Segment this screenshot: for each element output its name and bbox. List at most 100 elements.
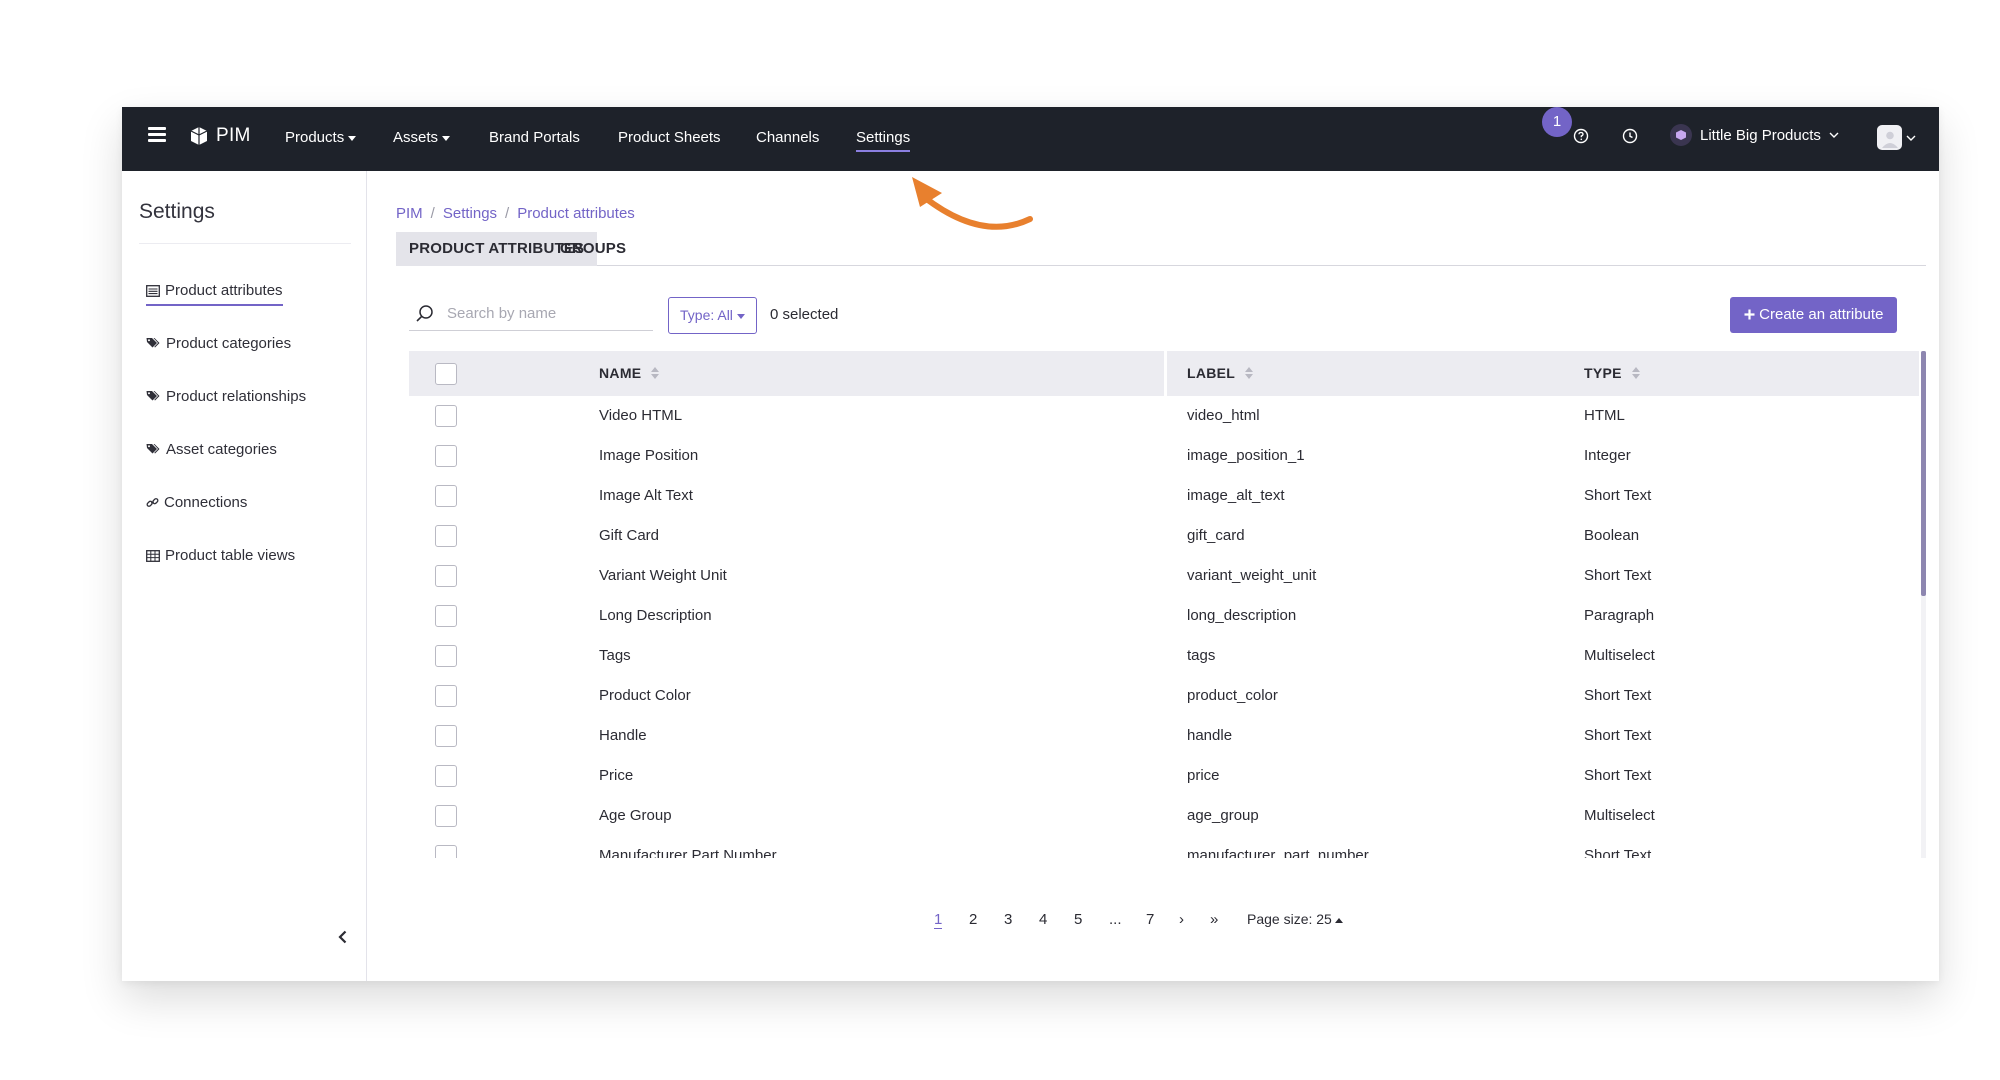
app-window: PIM Products Assets Brand Portals Produc… [122,107,1939,981]
table-row[interactable]: Product Color product_color Short Text [409,676,1919,716]
row-checkbox[interactable] [435,725,457,747]
tab-bar: PRODUCT ATTRIBUTES GROUPS [396,232,1926,266]
help-icon[interactable] [1573,128,1589,144]
row-checkbox[interactable] [435,685,457,707]
cell-name: Video HTML [599,407,683,424]
page-7-link[interactable]: 7 [1146,911,1154,928]
select-all-checkbox[interactable] [435,363,457,385]
page-2-link[interactable]: 2 [969,911,977,928]
create-attribute-button[interactable]: Create an attribute [1730,297,1898,333]
table-row[interactable]: Age Group age_group Multiselect [409,796,1919,836]
type-filter-dropdown[interactable]: Type: All [668,297,757,334]
page-4-link[interactable]: 4 [1039,911,1047,928]
plus-icon [1744,309,1755,320]
column-divider [1164,351,1167,396]
column-header-type[interactable]: TYPE [1584,365,1640,381]
page-5-link[interactable]: 5 [1074,911,1082,928]
search-icon [416,304,433,322]
table-scrollbar[interactable] [1921,351,1926,858]
notification-badge[interactable]: 1 [1542,107,1572,137]
row-checkbox[interactable] [435,485,457,507]
collapse-sidebar-icon[interactable] [335,929,351,945]
workspace-icon [1670,124,1692,146]
sidebar-item-label: Product relationships [166,388,307,405]
row-checkbox[interactable] [435,405,457,427]
cell-type: Boolean [1584,527,1640,544]
nav-products[interactable]: Products [285,129,357,146]
tab-groups[interactable]: GROUPS [547,232,639,266]
row-checkbox[interactable] [435,445,457,467]
user-menu[interactable] [1877,125,1916,150]
selected-count: 0 selected [770,306,839,323]
cell-label: image_alt_text [1187,487,1285,504]
sidebar-item-product-attributes[interactable]: Product attributes [146,282,283,306]
table-row[interactable]: Price price Short Text [409,756,1919,796]
nav-settings[interactable]: Settings [856,129,911,152]
divider [139,243,351,244]
sort-icon [651,367,660,379]
table-row[interactable]: Long Description long_description Paragr… [409,596,1919,636]
annotation-arrow-icon [912,177,1033,230]
sidebar-item-product-categories[interactable]: Product categories [146,335,291,352]
nav-product-sheets[interactable]: Product Sheets [618,129,721,146]
top-navbar: PIM Products Assets Brand Portals Produc… [122,107,1939,171]
nav-assets[interactable]: Assets [393,129,451,146]
table-row[interactable]: Variant Weight Unit variant_weight_unit … [409,556,1919,596]
last-page-link[interactable]: » [1210,911,1218,928]
table-icon [146,549,160,562]
breadcrumb-separator: / [430,205,435,222]
row-checkbox[interactable] [435,765,457,787]
sidebar-item-asset-categories[interactable]: Asset categories [146,441,277,458]
breadcrumb-product-attributes: Product attributes [517,205,635,222]
column-header-name[interactable]: NAME [599,365,660,381]
menu-icon[interactable] [148,127,166,143]
sidebar-item-connections[interactable]: Connections [146,494,247,511]
sidebar-item-product-table-views[interactable]: Product table views [146,547,295,564]
row-checkbox[interactable] [435,645,457,667]
tags-icon [146,391,160,401]
cell-name: Price [599,767,634,784]
workspace-switcher[interactable]: Little Big Products [1670,124,1839,146]
cell-type: Short Text [1584,727,1652,744]
cell-name: Handle [599,727,647,744]
table-row[interactable]: Handle handle Short Text [409,716,1919,756]
pim-logo[interactable]: PIM [188,125,251,147]
sidebar-item-label: Product table views [165,547,296,564]
search-input[interactable] [447,305,637,322]
column-header-label[interactable]: LABEL [1187,365,1254,381]
table-row[interactable]: Image Alt Text image_alt_text Short Text [409,476,1919,516]
cell-label: long_description [1187,607,1297,624]
page-size-selector[interactable]: Page size: 25 [1247,911,1343,927]
nav-brand-portals[interactable]: Brand Portals [489,129,580,146]
list-icon [146,284,160,297]
row-checkbox[interactable] [435,565,457,587]
history-icon[interactable] [1622,128,1638,144]
cell-type: Multiselect [1584,647,1655,664]
scrollbar-thumb[interactable] [1921,351,1926,596]
row-checkbox[interactable] [435,525,457,547]
table-row[interactable]: Tags tags Multiselect [409,636,1919,676]
cell-label: gift_card [1187,527,1245,544]
app-name: PIM [216,125,251,146]
avatar-icon [1877,125,1902,150]
link-icon [146,498,159,507]
breadcrumb-separator: / [505,205,510,222]
table-row[interactable]: Manufacturer Part Number manufacturer_pa… [409,836,1919,858]
breadcrumb-settings[interactable]: Settings [443,205,497,222]
breadcrumb-pim[interactable]: PIM [396,205,423,222]
row-checkbox[interactable] [435,845,457,858]
sidebar-item-label: Product attributes [165,282,283,299]
table-row[interactable]: Image Position image_position_1 Integer [409,436,1919,476]
workspace-name: Little Big Products [1700,126,1821,144]
caret-down-icon [736,313,745,319]
nav-channels[interactable]: Channels [756,129,819,146]
next-page-link[interactable]: › [1179,911,1184,928]
page-1-link[interactable]: 1 [934,911,943,929]
sidebar-item-product-relationships[interactable]: Product relationships [146,388,306,405]
row-checkbox[interactable] [435,805,457,827]
table-row[interactable]: Video HTML video_html HTML [409,396,1919,436]
page-3-link[interactable]: 3 [1004,911,1012,928]
row-checkbox[interactable] [435,605,457,627]
table-row[interactable]: Gift Card gift_card Boolean [409,516,1919,556]
caret-up-icon [1334,917,1343,923]
